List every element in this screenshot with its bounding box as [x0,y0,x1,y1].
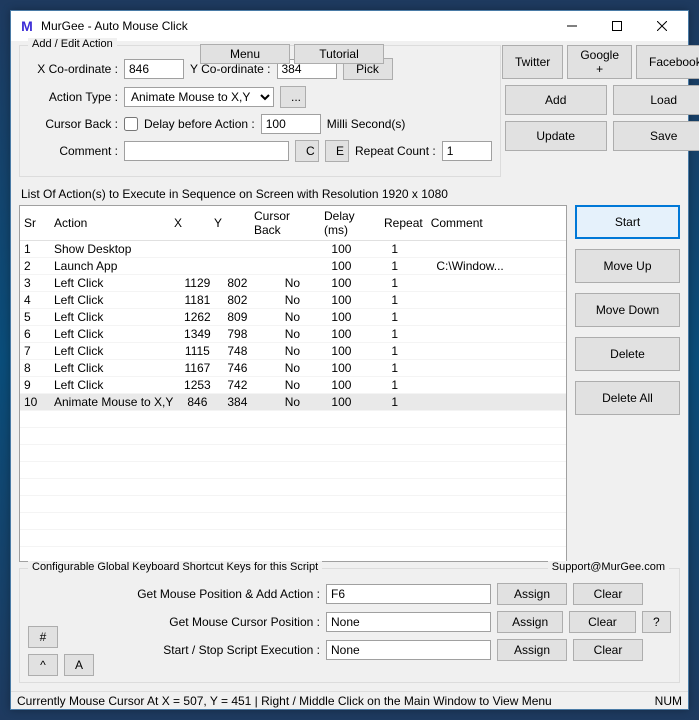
table-row[interactable]: 8Left Click1167746No1001 [20,360,566,377]
table-row[interactable]: 4Left Click1181802No1001 [20,292,566,309]
shortcut1-assign[interactable]: Assign [497,583,567,605]
shortcut1-label: Get Mouse Position & Add Action : [70,587,320,601]
y-coord-label: Y Co-ordinate : [190,62,271,76]
shortcut2-input[interactable] [326,612,491,632]
action-type-label: Action Type : [28,90,118,104]
maximize-button[interactable] [594,12,639,40]
shortcut2-assign[interactable]: Assign [497,611,563,633]
update-button[interactable]: Update [505,121,607,151]
status-text: Currently Mouse Cursor At X = 507, Y = 4… [17,694,552,708]
status-bar: Currently Mouse Cursor At X = 507, Y = 4… [11,691,688,709]
table-row[interactable]: 1Show Desktop1001 [20,241,566,258]
shortcut2-clear[interactable]: Clear [569,611,635,633]
app-logo-icon: M [19,18,35,34]
minimize-button[interactable] [549,12,594,40]
titlebar[interactable]: M MurGee - Auto Mouse Click [11,11,688,41]
save-button[interactable]: Save [613,121,699,151]
delete-button[interactable]: Delete [575,337,680,371]
col-comment[interactable]: Comment [427,206,566,241]
table-row[interactable]: 2Launch App1001C:\Window... [20,258,566,275]
window-title: MurGee - Auto Mouse Click [41,19,549,33]
list-label: List Of Action(s) to Execute in Sequence… [21,187,680,201]
move-up-button[interactable]: Move Up [575,249,680,283]
col-repeat[interactable]: Repeat [380,206,427,241]
comment-label: Comment : [28,144,118,158]
a-button[interactable]: A [64,654,94,676]
shortcut2-label: Get Mouse Cursor Position : [70,615,320,629]
shortcut3-assign[interactable]: Assign [497,639,567,661]
shortcut3-input[interactable] [326,640,491,660]
shortcut3-label: Start / Stop Script Execution : [70,643,320,657]
table-row[interactable]: 7Left Click1115748No1001 [20,343,566,360]
close-button[interactable] [639,12,684,40]
repeat-input[interactable] [442,141,492,161]
load-button[interactable]: Load [613,85,699,115]
table-row-empty [20,445,566,462]
action-table[interactable]: Sr Action X Y Cursor Back Delay (ms) Rep… [19,205,567,562]
col-y[interactable]: Y [210,206,250,241]
x-coord-input[interactable] [124,59,184,79]
table-row-empty [20,479,566,496]
add-edit-group: Add / Edit Action Menu Tutorial X Co-ord… [19,45,501,177]
table-row-empty [20,496,566,513]
c-button[interactable]: C [295,140,319,162]
add-button[interactable]: Add [505,85,607,115]
app-window: M MurGee - Auto Mouse Click Add / Edit A… [10,10,689,710]
repeat-label: Repeat Count : [355,144,436,158]
move-down-button[interactable]: Move Down [575,293,680,327]
table-row-empty [20,530,566,547]
col-cursor-back[interactable]: Cursor Back [250,206,320,241]
col-sr[interactable]: Sr [20,206,50,241]
delay-units: Milli Second(s) [327,117,406,131]
add-edit-legend: Add / Edit Action [28,38,117,50]
twitter-link[interactable]: Twitter [502,45,563,79]
col-delay[interactable]: Delay (ms) [320,206,380,241]
comment-input[interactable] [124,141,289,161]
delay-input[interactable] [261,114,321,134]
more-button[interactable]: ... [280,86,306,108]
col-x[interactable]: X [170,206,210,241]
menu-button[interactable]: Menu [200,44,290,64]
shortcuts-group: Configurable Global Keyboard Shortcut Ke… [19,568,680,683]
cursor-back-checkbox[interactable] [124,117,138,131]
tutorial-button[interactable]: Tutorial [294,44,384,64]
support-link[interactable]: Support@MurGee.com [548,561,669,573]
table-row[interactable]: 9Left Click1253742No1001 [20,377,566,394]
x-coord-label: X Co-ordinate : [28,62,118,76]
status-num: NUM [655,694,682,708]
table-row-empty [20,411,566,428]
table-row-empty [20,428,566,445]
col-action[interactable]: Action [50,206,170,241]
google-link[interactable]: Google + [567,45,632,79]
delay-label: Delay before Action : [144,117,255,131]
cursor-back-label: Cursor Back : [28,117,118,131]
start-button[interactable]: Start [575,205,680,239]
table-row[interactable]: 10Animate Mouse to X,Y846384No1001 [20,394,566,411]
hash-button[interactable]: # [28,626,58,648]
facebook-link[interactable]: Facebook [636,45,699,79]
delete-all-button[interactable]: Delete All [575,381,680,415]
table-row-empty [20,462,566,479]
shortcut3-clear[interactable]: Clear [573,639,643,661]
table-row[interactable]: 5Left Click1262809No1001 [20,309,566,326]
help-button[interactable]: ? [642,611,671,633]
shortcut1-input[interactable] [326,584,491,604]
e-button[interactable]: E [325,140,349,162]
table-row[interactable]: 6Left Click1349798No1001 [20,326,566,343]
shortcut1-clear[interactable]: Clear [573,583,643,605]
table-row[interactable]: 3Left Click1129802No1001 [20,275,566,292]
shortcuts-legend: Configurable Global Keyboard Shortcut Ke… [28,561,322,573]
caret-button[interactable]: ^ [28,654,58,676]
action-type-select[interactable]: Animate Mouse to X,Y [124,87,274,107]
table-row-empty [20,513,566,530]
